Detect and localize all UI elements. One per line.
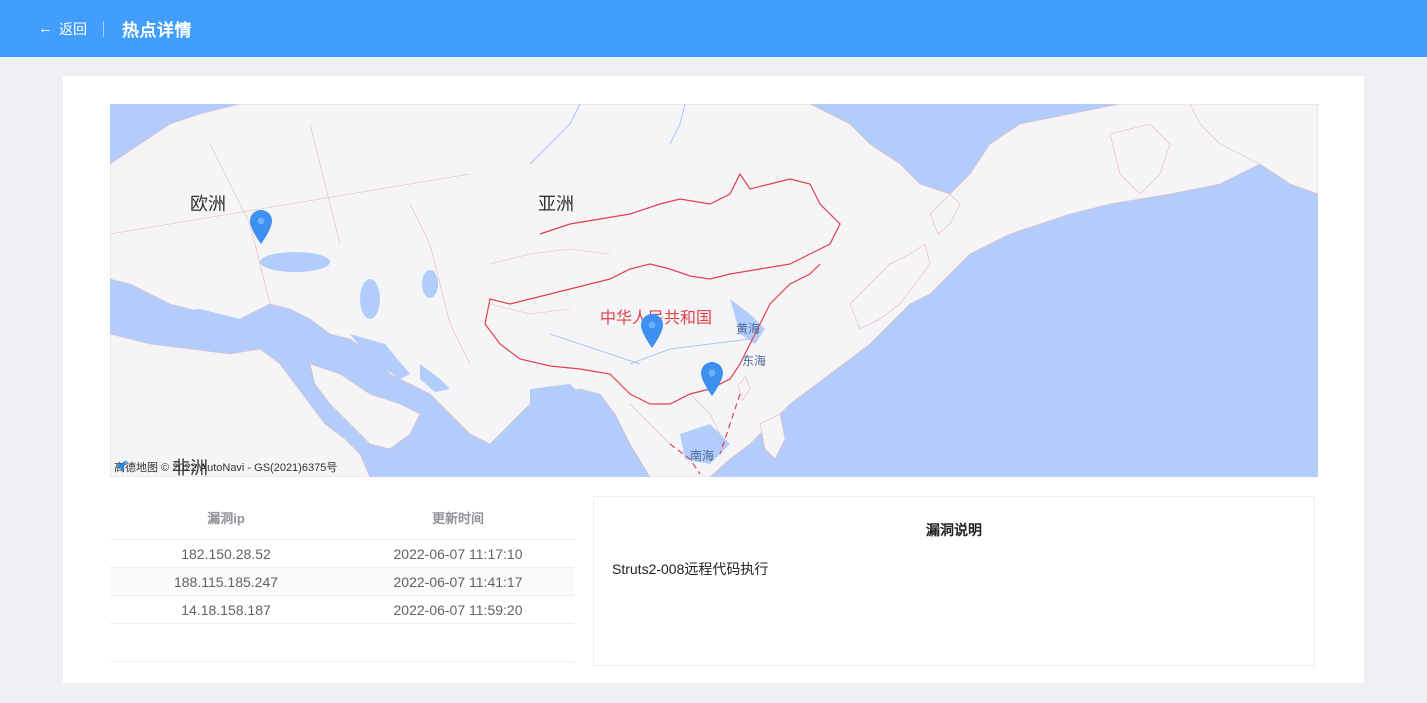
table-row[interactable]: 188.115.185.247 2022-06-07 11:41:17 <box>110 568 574 596</box>
map-marker-pin[interactable] <box>250 210 272 244</box>
map-marker-pin[interactable] <box>701 362 723 396</box>
content-card: 欧洲 亚洲 非洲 中华人民共和国 黄海 东海 南海 高德地图 © 2022 Au… <box>63 76 1364 683</box>
description-text: Struts2-008远程代码执行 <box>612 561 769 577</box>
arrow-left-icon: ← <box>38 20 53 37</box>
table-row[interactable]: 14.18.158.187 2022-06-07 11:59:20 <box>110 596 574 624</box>
column-header-time: 更新时间 <box>431 511 484 526</box>
vuln-description-panel: 漏洞说明 Struts2-008远程代码执行 <box>593 496 1315 666</box>
top-bar: ← 返回 热点详情 <box>0 0 1427 57</box>
column-header-ip: 漏洞ip <box>207 511 245 526</box>
map-attribution: 高德地图 © 2022 AutoNavi - GS(2021)6375号 <box>114 459 337 475</box>
vuln-ip-table: 漏洞ip 更新时间 182.150.28.52 2022-06-07 11:17… <box>110 496 574 662</box>
map-attribution-text: 高德地图 © 2022 AutoNavi - GS(2021)6375号 <box>114 462 338 474</box>
map-view[interactable]: 欧洲 亚洲 非洲 中华人民共和国 黄海 东海 南海 高德地图 © 2022 Au… <box>110 104 1318 477</box>
cell-ip: 182.150.28.52 <box>181 545 271 562</box>
page-title: 热点详情 <box>122 21 192 40</box>
cell-ip: 188.115.185.247 <box>173 573 279 590</box>
map-label-europe: 欧洲 <box>190 194 226 215</box>
amap-logo-icon <box>115 460 127 472</box>
cell-ip: 14.18.158.187 <box>181 601 271 618</box>
cell-time: 2022-06-07 11:17:10 <box>393 545 523 562</box>
description-title: 漏洞说明 <box>926 522 982 538</box>
back-label: 返回 <box>59 20 87 37</box>
map-label-yellow-sea: 黄海 <box>736 322 761 336</box>
map-marker-pin[interactable] <box>641 314 663 348</box>
header-divider <box>103 20 104 37</box>
table-row[interactable]: 182.150.28.52 2022-06-07 11:17:10 <box>110 540 574 568</box>
map-label-south-sea: 南海 <box>690 449 715 463</box>
cell-time: 2022-06-07 11:59:20 <box>393 601 523 618</box>
table-footer <box>110 624 574 662</box>
cell-time: 2022-06-07 11:41:17 <box>393 573 523 590</box>
map-base <box>110 104 1318 477</box>
table-header: 漏洞ip 更新时间 <box>110 496 574 540</box>
map-label-asia: 亚洲 <box>538 194 574 215</box>
back-button[interactable]: ← 返回 <box>38 19 87 39</box>
map-label-east-sea: 东海 <box>742 354 767 368</box>
